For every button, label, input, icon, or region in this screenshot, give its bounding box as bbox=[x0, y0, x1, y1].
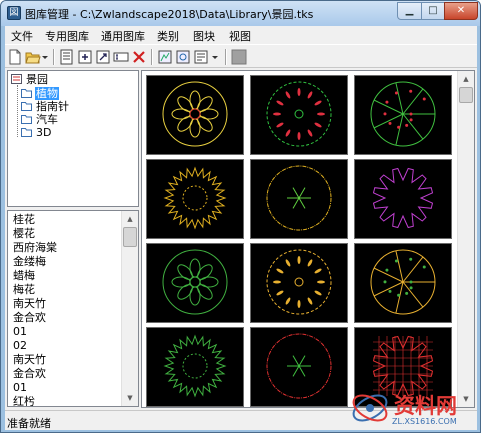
maximize-button[interactable]: □ bbox=[421, 2, 445, 20]
title-bar[interactable]: 図 图库管理 - C:\Zwlandscape2018\Data\Library… bbox=[1, 1, 480, 26]
plant-symbol-icon bbox=[370, 81, 436, 147]
block-preview-tile[interactable] bbox=[146, 159, 244, 239]
folder-icon bbox=[21, 115, 32, 124]
plant-symbol-icon bbox=[162, 81, 228, 147]
folder-open-icon bbox=[21, 89, 32, 98]
plant-symbol-icon bbox=[266, 333, 332, 399]
block-preview-tile[interactable] bbox=[146, 75, 244, 155]
insert-block-icon[interactable] bbox=[157, 49, 173, 65]
menu-general-library[interactable]: 通用图库 bbox=[101, 28, 145, 44]
block-preview-tile[interactable] bbox=[354, 75, 452, 155]
tree-root-label: 景园 bbox=[26, 73, 48, 86]
export-icon[interactable] bbox=[95, 49, 111, 65]
block-preview-tile[interactable] bbox=[146, 327, 244, 407]
delete-icon[interactable] bbox=[131, 49, 147, 65]
plant-symbol-icon bbox=[163, 334, 227, 398]
close-button[interactable]: ✕ bbox=[444, 2, 478, 20]
plant-symbol-icon bbox=[266, 81, 332, 147]
list-item[interactable]: 南天竹 bbox=[13, 353, 46, 367]
preview-grid: ▲ ▼ bbox=[141, 70, 475, 408]
watermark-url: ZL.XS1616.COM bbox=[392, 417, 457, 426]
view-dropdown-icon[interactable] bbox=[211, 49, 219, 65]
scroll-up-icon[interactable]: ▲ bbox=[458, 71, 474, 87]
open-folder-icon[interactable] bbox=[25, 49, 41, 65]
menu-dedicated-library[interactable]: 专用图库 bbox=[45, 28, 89, 44]
list-item[interactable]: 红枍 bbox=[13, 395, 35, 406]
list-item[interactable]: 西府海棠 bbox=[13, 241, 57, 255]
toolbar bbox=[5, 44, 477, 68]
watermark-title: 资料网 bbox=[394, 394, 457, 418]
toolbar-separator bbox=[225, 49, 227, 65]
block-preview-tile[interactable] bbox=[354, 243, 452, 323]
scroll-up-icon[interactable]: ▲ bbox=[122, 211, 138, 227]
replace-block-icon[interactable] bbox=[175, 49, 191, 65]
list-item[interactable]: 梅花 bbox=[13, 283, 35, 297]
tree-label-car: 汽车 bbox=[36, 113, 58, 126]
folder-icon bbox=[21, 102, 32, 111]
import-icon[interactable] bbox=[77, 49, 93, 65]
list-item[interactable]: 金合欢 bbox=[13, 367, 46, 381]
minimize-button[interactable]: ▁ bbox=[397, 2, 422, 20]
list-item[interactable]: 金合欢 bbox=[13, 311, 46, 325]
status-text: 准备就绪 bbox=[7, 417, 51, 430]
menu-block[interactable]: 图块 bbox=[193, 28, 215, 44]
library-root-icon bbox=[11, 74, 22, 84]
list-item[interactable]: 南天竹 bbox=[13, 297, 46, 311]
list-item[interactable]: 01 bbox=[13, 381, 27, 395]
block-preview-tile[interactable] bbox=[250, 243, 348, 323]
properties-icon[interactable] bbox=[193, 49, 209, 65]
list-item[interactable]: 桂花 bbox=[13, 213, 35, 227]
dropdown-arrow-icon[interactable] bbox=[41, 49, 49, 65]
block-list: 桂花樱花西府海棠金缕梅蜡梅梅花南天竹金合欢0102南天竹金合欢01红枍红花檵木球… bbox=[7, 210, 139, 407]
list-item[interactable]: 金缕梅 bbox=[13, 255, 46, 269]
menu-file[interactable]: 文件 bbox=[11, 28, 33, 44]
plant-symbol-icon bbox=[370, 249, 436, 315]
toolbar-separator bbox=[151, 49, 153, 65]
tree-label-3d: 3D bbox=[36, 126, 52, 139]
watermark-logo-icon bbox=[352, 394, 388, 422]
block-preview-tile[interactable] bbox=[146, 243, 244, 323]
main-window: 図 图库管理 - C:\Zwlandscape2018\Data\Library… bbox=[0, 0, 481, 433]
category-tree: 景园 植物 指南针 汽车 3D bbox=[7, 70, 139, 207]
scroll-thumb[interactable] bbox=[459, 87, 473, 103]
client-area: 文件 专用图库 通用图库 类别 图块 视图 景园 植物 指南针 汽车 3D 桂花… bbox=[5, 26, 477, 430]
block-preview-tile[interactable] bbox=[250, 159, 348, 239]
plant-symbol-icon bbox=[163, 166, 227, 230]
new-file-icon[interactable] bbox=[7, 49, 23, 65]
menu-bar: 文件 专用图库 通用图库 类别 图块 视图 bbox=[5, 26, 477, 44]
list-scrollbar[interactable]: ▲ ▼ bbox=[121, 211, 138, 406]
plant-symbol-icon bbox=[372, 167, 434, 229]
rename-icon[interactable] bbox=[113, 49, 129, 65]
window-title: 图库管理 - C:\Zwlandscape2018\Data\Library\景… bbox=[25, 8, 314, 21]
block-preview-tile[interactable] bbox=[250, 75, 348, 155]
tree-connector bbox=[17, 85, 18, 137]
block-preview-tile[interactable] bbox=[250, 327, 348, 407]
menu-category[interactable]: 类别 bbox=[157, 28, 179, 44]
plant-symbol-icon bbox=[266, 249, 332, 315]
list-item[interactable]: 01 bbox=[13, 325, 27, 339]
app-icon: 図 bbox=[7, 6, 21, 20]
plant-symbol-icon bbox=[266, 165, 332, 231]
watermark: 资料网 ZL.XS1616.COM bbox=[346, 386, 480, 432]
library-icon[interactable] bbox=[59, 49, 75, 65]
list-item[interactable]: 02 bbox=[13, 339, 27, 353]
toolbar-separator bbox=[53, 49, 55, 65]
list-item[interactable]: 樱花 bbox=[13, 227, 35, 241]
tree-label-plants: 植物 bbox=[35, 87, 59, 100]
color-box-icon[interactable] bbox=[231, 49, 247, 65]
folder-icon bbox=[21, 128, 32, 137]
scroll-thumb[interactable] bbox=[123, 227, 137, 247]
list-item[interactable]: 蜡梅 bbox=[13, 269, 35, 283]
plant-symbol-icon bbox=[162, 249, 228, 315]
scroll-down-icon[interactable]: ▼ bbox=[122, 390, 138, 406]
grid-scrollbar[interactable]: ▲ ▼ bbox=[457, 71, 474, 407]
menu-view[interactable]: 视图 bbox=[229, 28, 251, 44]
tree-label-compass: 指南针 bbox=[36, 100, 69, 113]
block-preview-tile[interactable] bbox=[354, 159, 452, 239]
